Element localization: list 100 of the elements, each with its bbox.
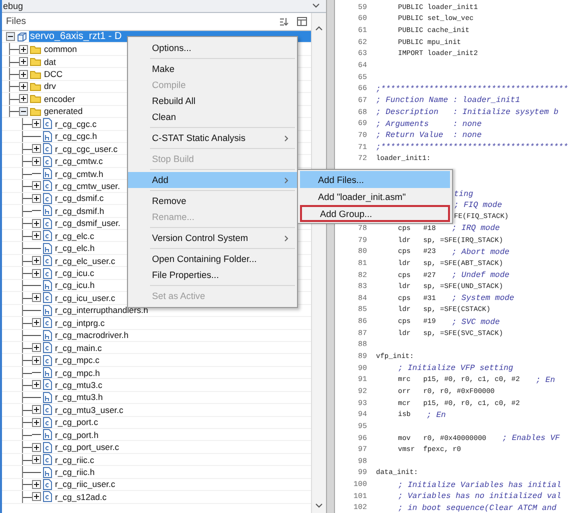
menu-item[interactable]: Rebuild All bbox=[128, 93, 297, 109]
tree-item[interactable]: r_cg_dsmif_user. bbox=[54, 218, 122, 228]
tree-item[interactable]: r_cg_port.c bbox=[54, 417, 99, 428]
tree-item[interactable]: r_cg_riic.h bbox=[54, 467, 96, 478]
code-comment: ; in boot sequence(Clear ATCM and bbox=[398, 504, 556, 513]
expand-icon[interactable] bbox=[19, 94, 28, 104]
tree-item[interactable]: r_cg_icu_user.c bbox=[54, 292, 116, 303]
code-comment: ;*************************************** bbox=[376, 143, 568, 152]
expand-icon[interactable] bbox=[32, 293, 41, 302]
folder-icon bbox=[30, 82, 41, 91]
expand-icon[interactable] bbox=[32, 418, 41, 427]
expand-icon[interactable] bbox=[32, 343, 41, 352]
tree-item[interactable]: r_cg_s12ad.c bbox=[54, 492, 108, 502]
tree-item[interactable]: encoder bbox=[43, 94, 76, 104]
tree-item[interactable]: r_cg_mtu3.c bbox=[54, 380, 104, 390]
tree-item[interactable]: common bbox=[43, 44, 78, 54]
scroll-down-icon[interactable] bbox=[315, 503, 323, 509]
tree-item[interactable]: r_cg_mpc.c bbox=[54, 355, 100, 366]
code-comment: ; Function Name : loader_init1 bbox=[376, 96, 520, 106]
expand-icon[interactable] bbox=[32, 380, 41, 390]
header-file-icon bbox=[43, 367, 52, 378]
tree-item[interactable]: r_cg_icu.h bbox=[54, 280, 96, 290]
expand-icon[interactable] bbox=[32, 119, 41, 128]
tree-item[interactable]: r_cg_intprg.c bbox=[54, 318, 106, 328]
code-comment: ; Return Value : none bbox=[376, 131, 482, 140]
header-file-icon bbox=[43, 466, 52, 478]
dropdown-icon[interactable] bbox=[312, 3, 320, 9]
tree-item[interactable]: r_cg_elc_user.c bbox=[54, 256, 116, 266]
tree-item[interactable]: r_cg_mtu3_user.c bbox=[54, 404, 124, 415]
menu-item[interactable]: Version Control System bbox=[128, 230, 297, 246]
menu-item[interactable]: Remove bbox=[128, 193, 297, 209]
tree-item[interactable]: r_cg_macrodriver.h bbox=[54, 330, 130, 340]
menu-item[interactable]: C-STAT Static Analysis bbox=[128, 130, 297, 146]
expand-icon[interactable] bbox=[32, 442, 41, 452]
expand-icon[interactable] bbox=[32, 218, 41, 228]
tree-item[interactable]: dat bbox=[43, 56, 57, 67]
code-comment: ; System mode bbox=[452, 294, 514, 304]
tree-item[interactable]: r_cg_interrupthandlers.h bbox=[54, 305, 150, 316]
code-comment: ; Arguments : none bbox=[376, 120, 482, 129]
expand-icon[interactable] bbox=[32, 144, 41, 154]
menu-item[interactable]: Add bbox=[128, 172, 297, 188]
tree-item[interactable]: r_cg_port_user.c bbox=[54, 442, 120, 452]
tree-item[interactable]: r_cg_dsmif.c bbox=[54, 193, 105, 204]
header-file-icon bbox=[43, 304, 52, 316]
expand-icon[interactable] bbox=[32, 268, 41, 278]
expand-icon[interactable] bbox=[32, 231, 41, 240]
expand-icon[interactable] bbox=[32, 480, 41, 489]
tree-item[interactable]: r_cg_elc.c bbox=[54, 230, 96, 241]
tree-item[interactable]: r_cg_cgc_user.c bbox=[54, 144, 119, 154]
collapse-icon[interactable] bbox=[19, 106, 28, 116]
source-file-icon bbox=[43, 218, 52, 229]
tree-item[interactable]: r_cg_cmtw_user. bbox=[54, 180, 121, 191]
tree-item[interactable]: drv bbox=[43, 81, 57, 92]
menu-item[interactable]: Add Files... bbox=[300, 171, 450, 188]
menu-item[interactable]: Open Containing Folder... bbox=[128, 251, 297, 267]
tree-item[interactable]: r_cg_riic.c bbox=[54, 454, 96, 465]
tree-item[interactable]: r_cg_dsmif.h bbox=[54, 206, 106, 216]
expand-icon[interactable] bbox=[32, 156, 41, 166]
menu-item[interactable]: Add Group... bbox=[300, 205, 450, 222]
expand-icon[interactable] bbox=[32, 455, 41, 464]
tree-item[interactable]: r_cg_icu.c bbox=[54, 268, 96, 278]
tree-item[interactable]: generated bbox=[43, 106, 84, 116]
tree-item[interactable]: r_cg_cmtw.c bbox=[54, 156, 104, 166]
menu-item[interactable]: Add "loader_init.asm" bbox=[300, 188, 450, 205]
tree-item[interactable]: r_cg_main.c bbox=[54, 342, 103, 353]
expand-icon[interactable] bbox=[32, 492, 41, 502]
source-file-icon bbox=[43, 156, 52, 167]
tree-item[interactable]: r_cg_cgc.h bbox=[54, 131, 98, 142]
grid-icon[interactable] bbox=[297, 17, 307, 26]
expand-icon[interactable] bbox=[19, 82, 28, 91]
expand-icon[interactable] bbox=[19, 57, 28, 66]
menu-item[interactable]: Make bbox=[128, 61, 297, 77]
scroll-up-icon[interactable] bbox=[315, 25, 323, 31]
sort-icon[interactable] bbox=[279, 17, 289, 26]
expand-icon[interactable] bbox=[32, 256, 41, 266]
expand-icon[interactable] bbox=[32, 318, 41, 328]
expand-icon[interactable] bbox=[32, 181, 41, 190]
tree-item[interactable]: r_cg_mtu3.h bbox=[54, 392, 104, 402]
collapse-icon[interactable] bbox=[6, 32, 15, 42]
menu-item[interactable]: Clean bbox=[128, 109, 297, 125]
expand-icon[interactable] bbox=[32, 356, 41, 365]
source-file-icon bbox=[43, 379, 52, 390]
expand-icon[interactable] bbox=[32, 405, 41, 414]
tree-item[interactable]: r_cg_elc.h bbox=[54, 243, 96, 254]
tree-item[interactable]: r_cg_port.h bbox=[54, 430, 100, 440]
tree-item[interactable]: r_cg_riic_user.c bbox=[54, 479, 116, 490]
tree-item[interactable]: r_cg_cmtw.h bbox=[54, 168, 104, 179]
expand-icon[interactable] bbox=[19, 70, 28, 79]
menu-item[interactable]: File Properties... bbox=[128, 267, 297, 283]
expand-icon[interactable] bbox=[19, 44, 28, 54]
chevron-right-icon bbox=[284, 234, 289, 242]
source-file-icon bbox=[43, 180, 52, 192]
header-file-icon bbox=[43, 205, 52, 216]
code-comment: ting bbox=[454, 190, 474, 199]
menu-item[interactable]: Options... bbox=[128, 40, 297, 56]
tree-item[interactable]: r_cg_mpc.h bbox=[54, 368, 101, 378]
tree-item[interactable]: DCC bbox=[43, 69, 64, 80]
expand-icon[interactable] bbox=[32, 194, 41, 203]
tree-item[interactable]: r_cg_cgc.c bbox=[54, 118, 98, 129]
source-file-icon bbox=[43, 292, 52, 304]
